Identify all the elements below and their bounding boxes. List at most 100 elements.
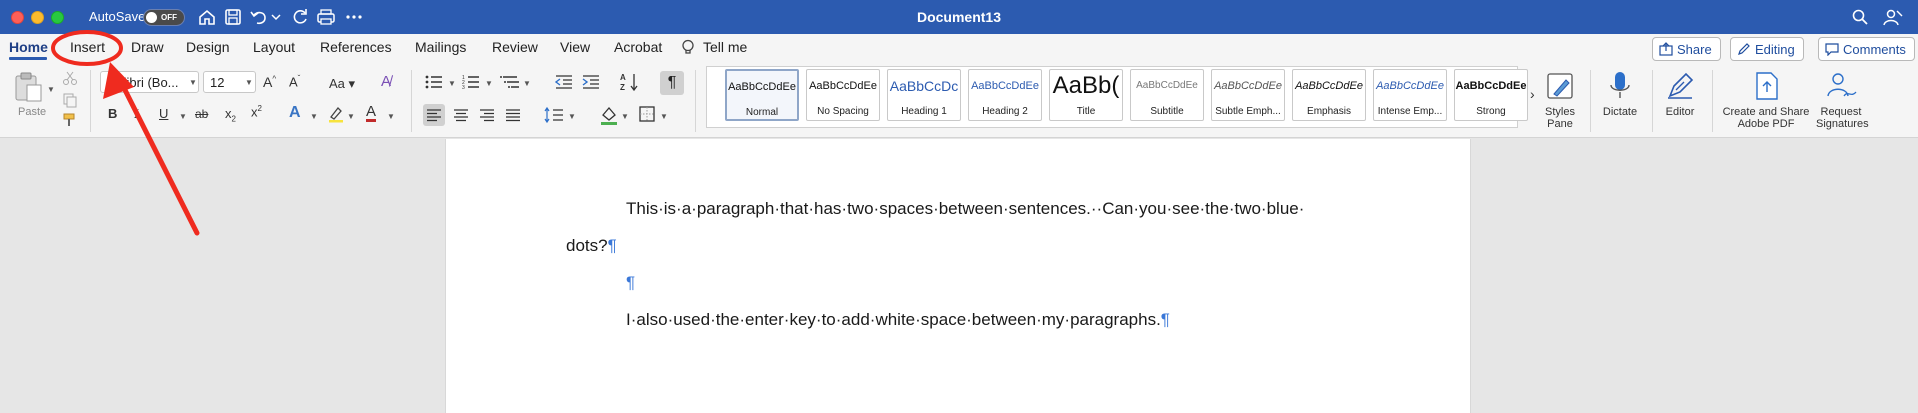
- style-preview: AaBbCcDdEe: [1136, 80, 1198, 91]
- tell-me-search[interactable]: Tell me: [703, 39, 747, 55]
- style-normal[interactable]: AaBbCcDdEe Normal: [725, 69, 799, 121]
- paste-label: Paste: [18, 106, 47, 118]
- document-page[interactable]: This·is·a·paragraph·that·has·two·spaces·…: [445, 139, 1471, 413]
- tab-design[interactable]: Design: [186, 39, 230, 55]
- ribbon-separator: [90, 70, 91, 132]
- request-signatures-icon[interactable]: [1824, 70, 1858, 102]
- paragraph-line-2[interactable]: dots?¶: [566, 236, 617, 256]
- strikethrough-button[interactable]: ab: [195, 107, 208, 121]
- paragraph-text: I·also·used·the·enter·key·to·add·white·s…: [626, 310, 1161, 329]
- justify-icon[interactable]: [502, 104, 524, 126]
- style-subtitle[interactable]: AaBbCcDdEe Subtitle: [1130, 69, 1204, 121]
- chevron-down-icon[interactable]: ▼: [179, 112, 187, 121]
- styles-pane-label: Styles Pane: [1545, 106, 1575, 130]
- paste-icon[interactable]: [11, 70, 45, 104]
- copy-icon[interactable]: [62, 92, 78, 108]
- tab-references[interactable]: References: [320, 39, 392, 55]
- increase-indent-icon[interactable]: [582, 74, 600, 90]
- subscript-button[interactable]: x2: [225, 106, 236, 124]
- superscript-button[interactable]: x2: [251, 104, 262, 119]
- change-case-button[interactable]: Aa ▾: [329, 76, 355, 92]
- paragraph-mark: ¶: [607, 236, 617, 255]
- editor-icon[interactable]: [1664, 70, 1696, 102]
- style-subtle-emphasis[interactable]: AaBbCcDdEe Subtle Emph...: [1211, 69, 1285, 121]
- align-left-button[interactable]: [423, 104, 445, 126]
- highlighter-icon[interactable]: [327, 105, 345, 123]
- ribbon-separator: [1652, 70, 1653, 132]
- grow-font-icon[interactable]: A^: [263, 74, 276, 90]
- tab-acrobat[interactable]: Acrobat: [614, 39, 662, 55]
- document-title: Document13: [916, 9, 1002, 25]
- paste-options-caret[interactable]: ▼: [47, 85, 55, 94]
- bold-button[interactable]: B: [108, 106, 117, 121]
- style-emphasis[interactable]: AaBbCcDdEe Emphasis: [1292, 69, 1366, 121]
- font-color-icon[interactable]: A: [366, 104, 377, 122]
- microphone-icon[interactable]: [1606, 70, 1634, 102]
- numbering-icon[interactable]: 123: [462, 74, 480, 90]
- chevron-down-icon[interactable]: ▼: [310, 112, 318, 121]
- chevron-down-icon[interactable]: ▼: [347, 112, 355, 121]
- font-name-dropdown[interactable]: Calibri (Bo...: [100, 71, 199, 93]
- style-heading-2[interactable]: AaBbCcDdEe Heading 2: [968, 69, 1042, 121]
- styles-pane-icon[interactable]: [1544, 70, 1576, 102]
- clear-formatting-icon[interactable]: A̸: [381, 73, 391, 90]
- shrink-font-icon[interactable]: Aˇ: [289, 74, 300, 89]
- style-name: Heading 1: [901, 106, 947, 117]
- comments-button[interactable]: Comments: [1818, 37, 1915, 61]
- chevron-down-icon[interactable]: ▼: [621, 112, 629, 121]
- cut-icon[interactable]: [62, 70, 78, 86]
- chevron-down-icon[interactable]: ▼: [448, 79, 456, 88]
- search-icon[interactable]: [1851, 8, 1869, 26]
- text-effects-icon[interactable]: A: [289, 104, 301, 122]
- comments-label: Comments: [1843, 42, 1906, 57]
- italic-button[interactable]: I: [134, 106, 138, 122]
- tab-draw[interactable]: Draw: [131, 39, 164, 55]
- borders-icon[interactable]: [637, 104, 657, 124]
- multilevel-list-icon[interactable]: [500, 74, 520, 90]
- sort-icon[interactable]: AZ: [620, 72, 640, 92]
- tab-review[interactable]: Review: [492, 39, 538, 55]
- shading-icon[interactable]: [599, 104, 619, 126]
- tab-insert[interactable]: Insert: [70, 39, 105, 55]
- paragraph-line-1[interactable]: This·is·a·paragraph·that·has·two·spaces·…: [626, 199, 1304, 219]
- line-spacing-icon[interactable]: [543, 104, 565, 126]
- lightbulb-icon: [682, 39, 694, 54]
- style-name: Subtle Emph...: [1215, 106, 1281, 117]
- tab-view[interactable]: View: [560, 39, 590, 55]
- chevron-down-icon[interactable]: ▼: [387, 112, 395, 121]
- style-heading-1[interactable]: AaBbCcDc Heading 1: [887, 69, 961, 121]
- chevron-down-icon[interactable]: ▼: [660, 112, 668, 121]
- tab-layout[interactable]: Layout: [253, 39, 295, 55]
- chevron-down-icon[interactable]: ▼: [568, 112, 576, 121]
- tab-home[interactable]: Home: [9, 39, 48, 55]
- align-right-icon[interactable]: [476, 104, 498, 126]
- format-painter-icon[interactable]: [62, 112, 78, 128]
- chevron-down-icon[interactable]: ▼: [485, 79, 493, 88]
- chevron-right-icon[interactable]: ›: [1530, 86, 1535, 102]
- show-formatting-marks-button[interactable]: ¶: [660, 71, 684, 95]
- decrease-indent-icon[interactable]: [555, 74, 573, 90]
- empty-paragraph[interactable]: ¶: [626, 273, 635, 293]
- bullets-icon[interactable]: [425, 74, 443, 90]
- create-pdf-icon[interactable]: [1752, 70, 1782, 102]
- paragraph-line-4[interactable]: I·also·used·the·enter·key·to·add·white·s…: [626, 310, 1170, 330]
- create-share-pdf-label: Create and Share Adobe PDF: [1722, 106, 1810, 130]
- style-name: Normal: [745, 107, 779, 118]
- title-bar: AutoSave OFF Document13: [0, 0, 1918, 34]
- style-preview: AaBbCcDdEe: [1295, 80, 1363, 92]
- style-name: Strong: [1476, 106, 1506, 117]
- tab-mailings[interactable]: Mailings: [415, 39, 466, 55]
- underline-button[interactable]: U: [159, 106, 168, 121]
- editing-mode-button[interactable]: Editing: [1730, 37, 1804, 61]
- chevron-down-icon[interactable]: ▼: [523, 79, 531, 88]
- font-name-value: Calibri (Bo...: [107, 75, 179, 90]
- account-icon[interactable]: [1882, 8, 1904, 26]
- comment-icon: [1825, 43, 1839, 56]
- style-title[interactable]: AaBb( Title: [1049, 69, 1123, 121]
- editor-label: Editor: [1665, 106, 1695, 118]
- share-button[interactable]: Share: [1652, 37, 1721, 61]
- style-intense-emphasis[interactable]: AaBbCcDdEe Intense Emp...: [1373, 69, 1447, 121]
- style-no-spacing[interactable]: AaBbCcDdEe No Spacing: [806, 69, 880, 121]
- align-center-icon[interactable]: [450, 104, 472, 126]
- style-strong[interactable]: AaBbCcDdEe Strong: [1454, 69, 1528, 121]
